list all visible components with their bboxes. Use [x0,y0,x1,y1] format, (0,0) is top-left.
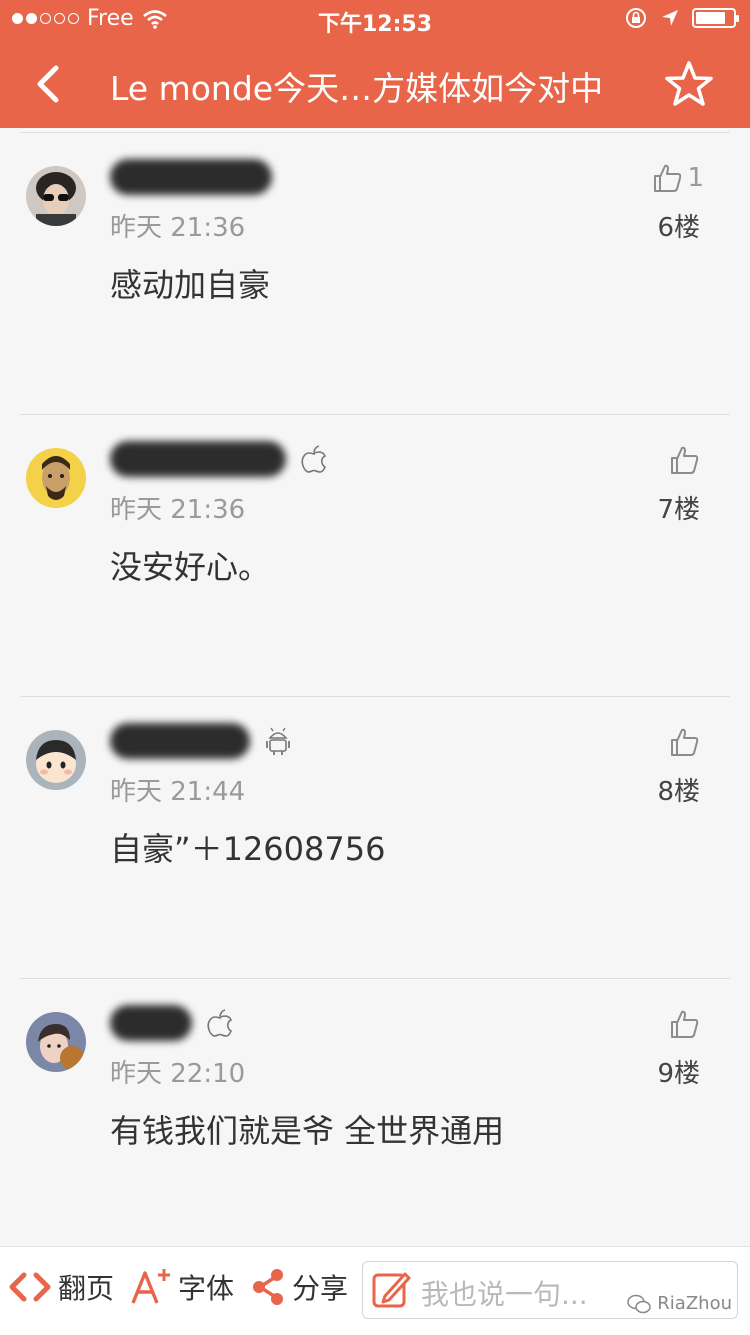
watermark-text: RiaZhou [657,1293,732,1314]
comment-text: 感动加自豪 [110,266,271,304]
avatar[interactable] [26,448,86,508]
share-icon [253,1269,283,1305]
comment-item: 昨天 21:44 自豪”＋12608756 8楼 [0,696,750,978]
comment-time: 昨天 21:44 [110,777,246,807]
thumbs-up-icon [671,446,699,474]
floor-number: 8楼 [657,777,700,807]
watermark: RiaZhou [627,1293,732,1314]
floor-number: 7楼 [657,495,700,525]
share-label: 分享 [292,1272,349,1305]
top-bar: Free 下午12:53 Le monde今天…方媒体如今对中 [0,0,750,128]
floor-number: 6楼 [657,213,700,243]
code-brackets-icon [9,1272,51,1302]
star-outline-icon[interactable] [664,60,714,108]
comment-list: 昨天 21:36 感动加自豪 1 6楼 昨天 21:36 没安好心。 7楼 昨天… [0,132,750,1260]
redacted-name [110,159,272,195]
font-size-button[interactable]: 字体 [130,1267,234,1307]
comment-text: 没安好心。 [110,548,271,586]
thumbs-up-icon [671,728,699,756]
nav-bar: Le monde今天…方媒体如今对中 [0,40,750,128]
comment-item: 昨天 21:36 没安好心。 7楼 [0,414,750,696]
wechat-icon [627,1294,652,1313]
avatar[interactable] [26,166,86,226]
redacted-name [110,441,286,477]
share-button[interactable]: 分享 [250,1267,348,1307]
comment-placeholder: 我也说一句... [421,1278,588,1311]
page-turn-button[interactable]: 翻页 [8,1267,114,1307]
avatar[interactable] [26,730,86,790]
thumbs-up-icon [671,1010,699,1038]
bottom-toolbar: 翻页 字体 分享 我也说一句... [0,1246,750,1335]
apple-icon [301,445,327,473]
comment-item: 昨天 21:36 感动加自豪 1 6楼 [0,132,750,414]
page-turn-label: 翻页 [58,1272,115,1305]
like-count: 1 [687,163,704,193]
font-size-icon [131,1269,170,1304]
username-redacted [110,440,328,478]
comment-text: 有钱我们就是爷 全世界通用 [110,1112,505,1150]
location-arrow-icon [662,10,678,26]
comment-item: 昨天 22:10 有钱我们就是爷 全世界通用 9楼 [0,978,750,1260]
apple-icon [207,1009,233,1037]
like-button[interactable] [668,1008,704,1040]
username-redacted [110,158,272,196]
username-redacted [110,1004,234,1042]
redacted-name [110,723,250,759]
like-button[interactable]: 1 [651,162,704,194]
comment-time: 昨天 21:36 [110,495,246,525]
redacted-name [110,1005,192,1041]
battery-icon [692,8,739,28]
android-icon [266,727,290,755]
like-button[interactable] [668,726,704,758]
status-bar: Free 下午12:53 [0,0,750,40]
page-title: Le monde今天…方媒体如今对中 [110,69,604,108]
floor-number: 9楼 [657,1059,700,1089]
comment-text: 自豪”＋12608756 [110,830,386,868]
font-size-label: 字体 [178,1272,235,1305]
avatar[interactable] [26,1012,86,1072]
comment-time: 昨天 22:10 [110,1059,246,1089]
username-redacted [110,722,292,760]
edit-pen-icon [372,1272,411,1308]
thumbs-up-icon [654,164,682,192]
rotation-lock-icon [626,8,646,28]
like-button[interactable] [668,444,704,476]
comment-time: 昨天 21:36 [110,213,246,243]
chevron-left-icon[interactable] [28,62,68,106]
